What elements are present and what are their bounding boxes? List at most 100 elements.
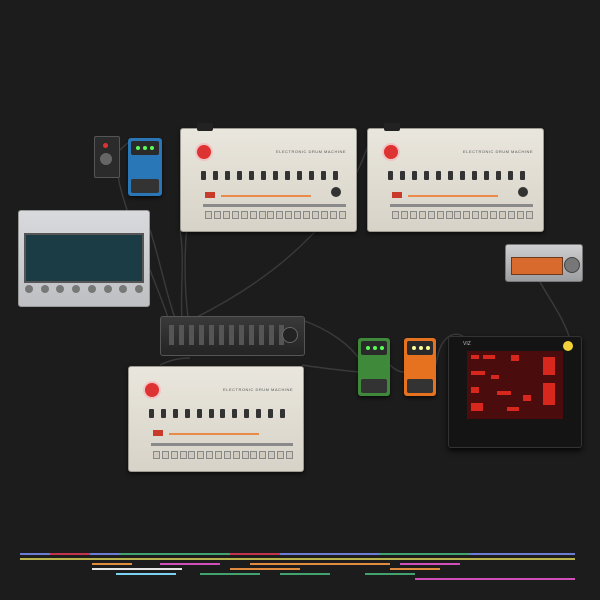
drum-step-buttons[interactable] [153, 451, 293, 459]
knob-icon[interactable] [400, 171, 405, 180]
timeline-clip[interactable] [390, 568, 440, 570]
knob-icon[interactable] [508, 171, 513, 180]
knob-icon[interactable] [249, 325, 254, 345]
timeline-tracks[interactable] [20, 550, 575, 582]
knob-icon[interactable] [25, 285, 33, 293]
knob-icon[interactable] [160, 409, 166, 418]
drum-knob-row[interactable] [201, 171, 338, 183]
blue-pedal[interactable] [128, 138, 162, 196]
knob-icon[interactable] [189, 325, 194, 345]
knob-icon[interactable] [56, 285, 65, 293]
knob-icon[interactable] [179, 325, 184, 345]
timeline-clip[interactable] [250, 563, 390, 565]
knob-icon[interactable] [388, 171, 393, 180]
knob-icon[interactable] [239, 325, 244, 345]
timeline-clip[interactable] [200, 573, 260, 575]
knob-icon[interactable] [268, 409, 274, 418]
mini-controller[interactable] [94, 136, 120, 178]
mini-controller-knob-icon[interactable] [100, 153, 112, 165]
knob-icon[interactable] [285, 171, 290, 180]
knob-icon[interactable] [87, 285, 96, 293]
knob-icon[interactable] [412, 171, 417, 180]
knob-icon[interactable] [520, 171, 525, 180]
knob-icon[interactable] [309, 171, 314, 180]
timeline-clip[interactable] [50, 553, 90, 555]
knob-icon[interactable] [199, 325, 204, 345]
knob-icon[interactable] [209, 325, 214, 345]
knob-icon[interactable] [472, 171, 477, 180]
orange-pedal-footswitch[interactable] [407, 379, 433, 393]
knob-icon[interactable] [333, 171, 338, 180]
mixer-knob-row[interactable] [169, 325, 284, 347]
timeline-clip[interactable] [415, 578, 575, 580]
knob-icon[interactable] [134, 285, 143, 293]
knob-icon[interactable] [172, 409, 178, 418]
sampler-unit[interactable] [18, 210, 150, 307]
knob-icon[interactable] [40, 285, 49, 293]
knob-icon[interactable] [460, 171, 465, 180]
knob-icon[interactable] [496, 171, 501, 180]
green-pedal-footswitch[interactable] [361, 379, 387, 393]
knob-icon[interactable] [321, 171, 326, 180]
sampler-knob-row[interactable] [25, 285, 143, 295]
timeline-clip[interactable] [20, 558, 575, 560]
knob-icon[interactable] [184, 409, 190, 418]
knob-icon[interactable] [213, 171, 218, 180]
timeline-clip[interactable] [20, 553, 575, 555]
knob-icon[interactable] [424, 171, 429, 180]
timeline-clip[interactable] [380, 553, 470, 555]
knob-icon[interactable] [232, 409, 238, 418]
knob-icon[interactable] [436, 171, 441, 180]
knob-icon[interactable] [244, 409, 250, 418]
mixer-master-knob-icon[interactable] [282, 327, 298, 343]
timeline-clip[interactable] [365, 573, 415, 575]
knob-icon[interactable] [261, 171, 266, 180]
knob-icon[interactable] [279, 409, 285, 418]
knob-icon[interactable] [103, 285, 112, 293]
timeline-clip[interactable] [120, 553, 230, 555]
knob-icon[interactable] [448, 171, 453, 180]
knob-icon[interactable] [269, 325, 274, 345]
drum-machine-top-right[interactable]: ELECTRONIC DRUM MACHINE [367, 123, 544, 232]
mixer-unit[interactable] [160, 316, 305, 356]
knob-icon[interactable] [259, 325, 264, 345]
timeline-clip[interactable] [280, 573, 330, 575]
matrix-yellow-button[interactable] [563, 341, 573, 351]
knob-icon[interactable] [201, 171, 206, 180]
knob-icon[interactable] [273, 171, 278, 180]
drum-red-button[interactable] [205, 192, 215, 198]
display-unit[interactable] [505, 244, 583, 282]
knob-icon[interactable] [72, 285, 81, 293]
knob-icon[interactable] [169, 325, 174, 345]
drum-knob-row[interactable] [388, 171, 525, 183]
knob-icon[interactable] [237, 171, 242, 180]
timeline-clip[interactable] [400, 563, 460, 565]
knob-icon[interactable] [484, 171, 489, 180]
knob-icon[interactable] [196, 409, 202, 418]
drum-tempo-dial[interactable] [331, 187, 341, 197]
drum-knob-row[interactable] [149, 409, 285, 421]
knob-icon[interactable] [249, 171, 254, 180]
drum-machine-top-left[interactable]: ELECTRONIC DRUM MACHINE [180, 123, 357, 232]
knob-icon[interactable] [220, 409, 226, 418]
drum-tempo-dial[interactable] [518, 187, 528, 197]
knob-icon[interactable] [256, 409, 262, 418]
timeline-clip[interactable] [92, 568, 182, 570]
timeline-clip[interactable] [230, 553, 280, 555]
drum-machine-bottom[interactable]: ELECTRONIC DRUM MACHINE [128, 366, 304, 472]
drum-step-buttons[interactable] [205, 211, 346, 219]
knob-icon[interactable] [225, 171, 230, 180]
knob-icon[interactable] [119, 285, 128, 293]
knob-icon[interactable] [229, 325, 234, 345]
timeline-clip[interactable] [160, 563, 220, 565]
timeline-clip[interactable] [92, 563, 132, 565]
timeline-clip[interactable] [116, 573, 176, 575]
led-matrix-unit[interactable]: VIZ [448, 336, 582, 448]
drum-step-buttons[interactable] [392, 211, 533, 219]
knob-icon[interactable] [149, 409, 154, 418]
blue-pedal-footswitch[interactable] [131, 179, 159, 193]
knob-icon[interactable] [297, 171, 302, 180]
knob-icon[interactable] [208, 409, 214, 418]
drum-red-button[interactable] [392, 192, 402, 198]
green-pedal[interactable] [358, 338, 390, 396]
